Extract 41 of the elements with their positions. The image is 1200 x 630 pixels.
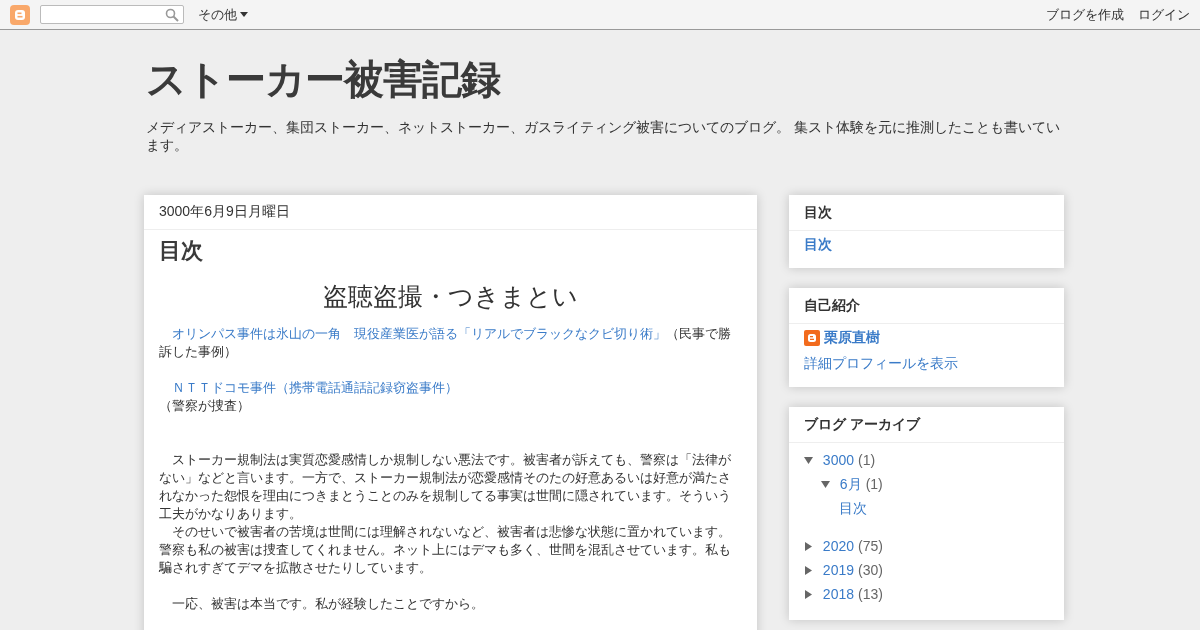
expand-arrow-icon[interactable]	[803, 589, 813, 599]
article-link[interactable]: オリンパス事件は氷山の一角 現役産業医が語る「リアルでブラックなクビ切り術」	[159, 326, 666, 341]
entry-text: オリンパス事件は氷山の一角 現役産業医が語る「リアルでブラックなクビ切り術」（民事で勝訴した事例）	[159, 325, 732, 361]
post-count: (75)	[858, 537, 883, 556]
body-paragraph: 一応、被害は本当です。私が経験したことですから。	[171, 596, 485, 613]
toc-link[interactable]: 目次	[803, 236, 832, 252]
blogger-profile-icon	[803, 330, 820, 346]
collapse-arrow-icon[interactable]	[820, 479, 830, 489]
expand-arrow-icon[interactable]	[803, 565, 813, 575]
article-link[interactable]: ＮＴＴドコモ事件（携帯電話通話記録窃盗事件）	[159, 380, 458, 395]
expand-arrow-icon[interactable]	[803, 541, 813, 551]
author-name-link[interactable]: 栗原直樹	[823, 329, 880, 347]
post-date: 3000年6月9日月曜日	[144, 195, 757, 230]
widget-title: 自己紹介	[788, 288, 1064, 324]
archive-month-link[interactable]: 6月	[839, 471, 862, 497]
post-count: (30)	[858, 561, 883, 580]
body-paragraph: ストーカー規制法は実質恋愛感情しか規制しない悪法です。被害者が訴えても、警察は「法律がない」などと言います。一方で、ストーカー規制法が恋愛感情そのたの好意あるいは好意が満たされなかった怨恨を理由につきまとうことのみを規制してる事実は世間に隠されています。そういう工夫がかなりあります。	[159, 452, 732, 523]
archive-year-link[interactable]: 2018	[822, 581, 854, 607]
widget-title: 目次	[788, 195, 1064, 231]
collapse-arrow-icon[interactable]	[803, 455, 813, 465]
login-link[interactable]: ログイン	[1138, 5, 1190, 24]
archive-year-link[interactable]: 2019	[822, 557, 854, 583]
create-blog-link[interactable]: ブログを作成	[1046, 5, 1124, 24]
archive-year-link[interactable]: 3000	[822, 447, 854, 473]
post-title[interactable]: 目次	[159, 236, 742, 266]
archive-post-link[interactable]: 目次	[838, 500, 867, 516]
search-icon[interactable]	[165, 7, 179, 22]
view-profile-link[interactable]: 詳細プロフィールを表示	[803, 355, 1049, 373]
search-field[interactable]	[40, 5, 184, 24]
body-paragraph: そのせいで被害者の苦境は世間には理解されないなど、被害者は悲惨な状態に置かれています。警察も私の被害は捜査してくれません。ネット上にはデマも多く、世間を混乱させています。私も騙されすぎてデマを拡散させたりしています。	[159, 524, 732, 577]
post-count: (1)	[865, 475, 883, 494]
archive-year-link[interactable]: 2020	[822, 533, 854, 559]
more-menu-button[interactable]: その他	[192, 5, 248, 24]
blog-description: メディアストーカー、集団ストーカー、ネットストーカー、ガスライティング被害についてのブログ。 集スト体験を元に推測したことも書いています。	[146, 119, 1061, 155]
blog-title[interactable]: ストーカー被害記録	[146, 52, 1064, 107]
caret-icon	[240, 12, 248, 17]
post-count: (13)	[858, 585, 883, 604]
entry-text: ＮＴＴドコモ事件（携帯電話通話記録窃盗事件） （警察が捜査）	[159, 379, 459, 415]
widget-title: ブログ アーカイブ	[788, 407, 1064, 443]
section-heading: 盗聴盗撮・つきまとい	[321, 281, 579, 312]
post-count: (1)	[858, 451, 876, 470]
